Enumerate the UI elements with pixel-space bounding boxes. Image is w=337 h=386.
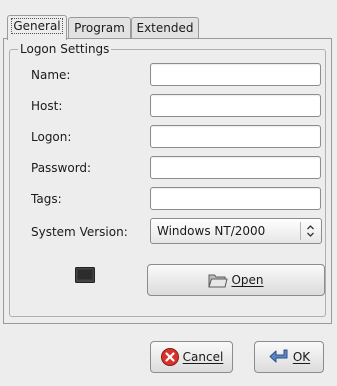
password-label: Password: xyxy=(31,161,92,175)
logon-settings-dialog: General Program Extended Logon Settings … xyxy=(0,0,337,386)
host-field[interactable] xyxy=(150,94,321,117)
open-button-label: Open xyxy=(231,273,264,287)
name-label: Name: xyxy=(31,68,71,82)
tags-field[interactable] xyxy=(150,187,321,210)
tab-extended-label: Extended xyxy=(136,21,194,35)
up-down-arrows-icon xyxy=(305,219,316,243)
group-title: Logon Settings xyxy=(18,41,112,57)
logon-label: Logon: xyxy=(31,130,72,144)
system-version-select[interactable]: Windows NT/2000 xyxy=(150,218,322,244)
folder-open-icon xyxy=(208,272,229,289)
tab-extended[interactable]: Extended xyxy=(131,17,199,39)
cancel-button-label: Cancel xyxy=(182,350,224,364)
cancel-button[interactable]: Cancel xyxy=(150,341,233,373)
tab-general-label: General xyxy=(11,18,63,34)
ok-button[interactable]: OK xyxy=(254,341,324,373)
system-version-value: Windows NT/2000 xyxy=(157,224,266,238)
terminal-icon xyxy=(75,267,95,283)
host-label: Host: xyxy=(31,99,63,113)
tab-program[interactable]: Program xyxy=(68,17,131,39)
password-field[interactable] xyxy=(150,156,321,179)
logon-field[interactable] xyxy=(150,125,321,148)
system-version-label: System Version: xyxy=(31,225,128,239)
combo-separator xyxy=(300,222,301,240)
tab-general[interactable]: General xyxy=(7,15,67,40)
ok-button-label: OK xyxy=(292,350,311,364)
general-tab-page: Logon Settings Name: Host: Logon: Passwo… xyxy=(3,38,332,324)
logon-settings-group: Logon Settings Name: Host: Logon: Passwo… xyxy=(9,41,326,317)
cancel-icon xyxy=(160,347,180,367)
ok-arrow-icon xyxy=(268,348,290,366)
open-button[interactable]: Open xyxy=(147,264,325,296)
tab-program-label: Program xyxy=(74,21,125,35)
name-field[interactable] xyxy=(150,63,321,86)
tags-label: Tags: xyxy=(31,192,62,206)
